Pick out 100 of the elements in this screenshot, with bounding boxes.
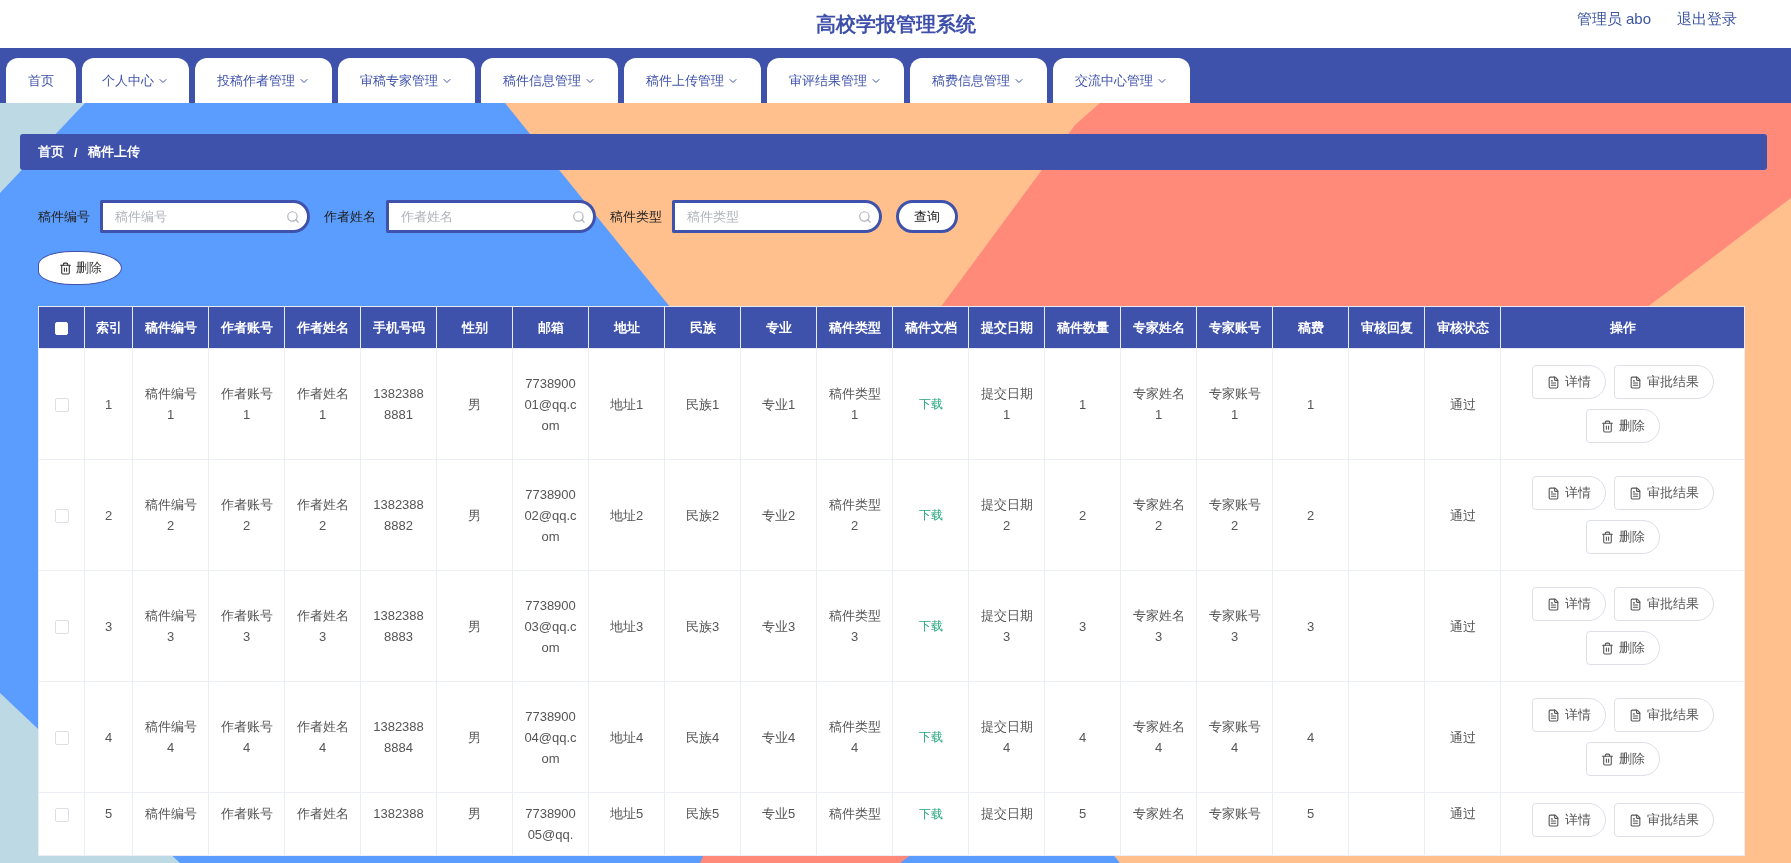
row-checkbox[interactable] [54, 807, 69, 822]
table-cell: 通过 [1449, 806, 1476, 821]
table-cell: 作者账号4 [220, 719, 273, 755]
row-checkbox[interactable] [54, 731, 69, 746]
table-cell: 专业3 [761, 618, 796, 634]
column-header: 审核状态 [1424, 306, 1501, 349]
nav-tab[interactable]: 稿件信息管理 [481, 58, 618, 103]
delete-row-button[interactable]: 删除 [1585, 631, 1660, 665]
table-cell: 通过 [1449, 618, 1476, 634]
delete-row-button[interactable]: 删除 [1585, 742, 1660, 776]
nav-tab[interactable]: 首页 [6, 58, 76, 103]
column-header: 稿费 [1272, 306, 1349, 349]
app-title: 高校学报管理系统 [815, 11, 976, 37]
row-checkbox[interactable] [54, 620, 69, 635]
table-cell: 1382388 [373, 806, 424, 821]
table-cell: 5 [1306, 806, 1315, 821]
table-cell: 作者姓名4 [296, 719, 349, 755]
table-cell: 男 [468, 618, 481, 634]
trash-icon [1600, 419, 1614, 433]
column-header: 审核回复 [1348, 306, 1425, 349]
table-cell: 男 [468, 507, 481, 523]
table-cell: 作者账号3 [220, 608, 273, 644]
table-cell: 民族5 [685, 806, 720, 821]
table-cell: 作者姓名 [296, 806, 349, 821]
result-button[interactable]: 审批结果 [1613, 698, 1714, 732]
nav-tab[interactable]: 稿件上传管理 [624, 58, 761, 103]
table-cell: 773890002@qq.com [524, 486, 577, 544]
table-cell: 通过 [1449, 729, 1476, 745]
table-cell: 作者姓名1 [296, 386, 349, 422]
table-cell: 773890001@qq.com [524, 375, 577, 433]
table-cell: 专家账号1 [1208, 386, 1261, 422]
table-cell: 专家姓名3 [1132, 608, 1185, 644]
search-icon [286, 210, 300, 224]
row-checkbox[interactable] [54, 398, 69, 413]
table-cell: 专家姓名 [1132, 806, 1185, 821]
result-button[interactable]: 审批结果 [1613, 803, 1714, 837]
detail-button[interactable]: 详情 [1531, 476, 1606, 510]
table-cell: 5 [1078, 806, 1087, 821]
search-field[interactable]: 稿件编号 [100, 200, 310, 233]
select-all-checkbox[interactable] [55, 322, 68, 336]
nav-tab[interactable]: 审评结果管理 [767, 58, 904, 103]
result-button[interactable]: 审批结果 [1613, 365, 1714, 399]
query-button[interactable]: 查询 [896, 200, 958, 233]
search-field[interactable]: 稿件类型 [672, 200, 882, 233]
table-cell: 提交日期4 [980, 719, 1033, 755]
nav-tab[interactable]: 投稿作者管理 [195, 58, 332, 103]
nav-tab[interactable]: 交流中心管理 [1053, 58, 1190, 103]
delete-row-button[interactable]: 删除 [1585, 520, 1660, 554]
user-link[interactable]: 管理员 abo [1576, 10, 1651, 29]
document-icon [1628, 486, 1642, 500]
table-cell: 13823888881 [373, 386, 424, 422]
table-cell: 通过 [1449, 396, 1476, 412]
document-icon [1546, 375, 1560, 389]
column-header: 民族 [664, 306, 741, 349]
table-cell: 作者账号2 [220, 497, 273, 533]
detail-button[interactable]: 详情 [1531, 587, 1606, 621]
table-cell: 4 [104, 729, 113, 745]
table-cell: 4 [1078, 729, 1087, 745]
document-icon [1546, 597, 1560, 611]
table-cell: 稿件编号1 [144, 386, 197, 422]
breadcrumb-home[interactable]: 首页 [38, 143, 64, 161]
detail-button[interactable]: 详情 [1531, 803, 1606, 837]
nav-tab[interactable]: 审稿专家管理 [338, 58, 475, 103]
delete-row-button[interactable]: 删除 [1585, 409, 1660, 443]
nav-tab[interactable]: 个人中心 [82, 58, 189, 103]
table-cell: 稿件编号4 [144, 719, 197, 755]
column-header: 手机号码 [360, 306, 437, 349]
table-cell: 13823888884 [373, 719, 424, 755]
table-cell: 提交日期3 [980, 608, 1033, 644]
result-button[interactable]: 审批结果 [1613, 587, 1714, 621]
document-icon [1546, 813, 1560, 827]
column-header: 专家账号 [1196, 306, 1273, 349]
table-cell: 1 [1306, 396, 1315, 412]
row-checkbox[interactable] [54, 509, 69, 524]
result-button[interactable]: 审批结果 [1613, 476, 1714, 510]
table-cell: 地址5 [609, 806, 644, 821]
table-cell: 通过 [1449, 507, 1476, 523]
document-icon [1546, 486, 1560, 500]
search-icon [858, 210, 872, 224]
table-cell: 2 [1306, 507, 1315, 523]
table-cell: 773890005@qq. [525, 806, 576, 842]
table-cell: 地址3 [609, 618, 644, 634]
column-header: 性别 [436, 306, 513, 349]
search-icon [572, 210, 586, 224]
detail-button[interactable]: 详情 [1531, 698, 1606, 732]
table-cell: 男 [468, 396, 481, 412]
table-cell: 专业4 [761, 729, 796, 745]
column-header: 专业 [740, 306, 817, 349]
search-field[interactable]: 作者姓名 [386, 200, 596, 233]
table-cell: 4 [1306, 729, 1315, 745]
table-cell: 13823888883 [373, 608, 424, 644]
column-header: 稿件编号 [132, 306, 209, 349]
column-header: 稿件文档 [892, 306, 969, 349]
logout-link[interactable]: 退出登录 [1677, 10, 1737, 29]
column-header: 稿件数量 [1044, 306, 1121, 349]
nav-tab[interactable]: 稿费信息管理 [910, 58, 1047, 103]
detail-button[interactable]: 详情 [1531, 365, 1606, 399]
table-cell: 民族3 [685, 618, 720, 634]
table-cell: 专家账号2 [1208, 497, 1261, 533]
column-header: 索引 [84, 306, 133, 349]
